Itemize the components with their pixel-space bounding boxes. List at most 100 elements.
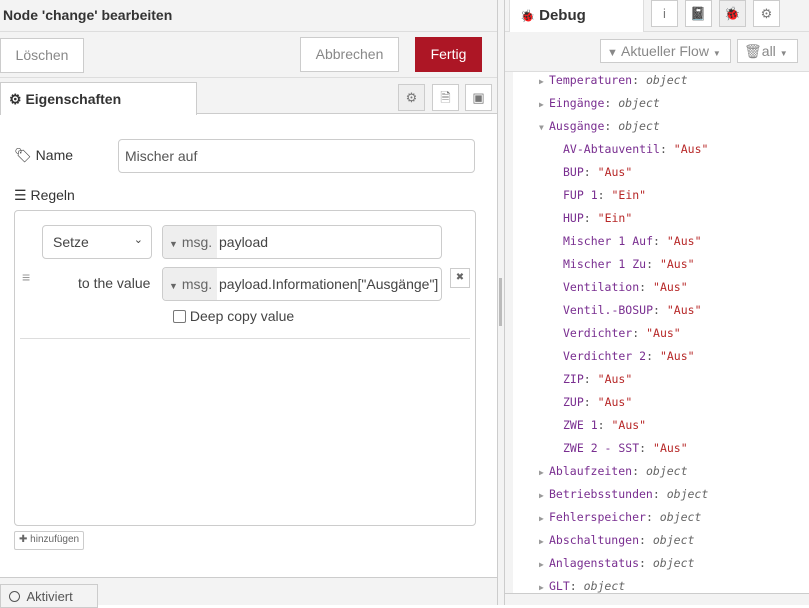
list-icon: ☰ (14, 187, 27, 203)
property-key: ZWE 2 - SST (563, 441, 640, 455)
property-value: "Aus" (646, 326, 681, 340)
target-value: payload (219, 234, 269, 250)
property-value: object (645, 464, 688, 478)
circle-icon (9, 591, 20, 602)
bug-icon[interactable]: 🐞 (719, 0, 746, 27)
tab-properties[interactable]: ⚙ Eigenschaften (0, 82, 197, 115)
debug-property-row[interactable]: ▶ Temperaturen: object (539, 73, 688, 87)
tab-debug[interactable]: 🐞 Debug (509, 0, 644, 32)
caret-right-icon[interactable]: ▶ (539, 491, 549, 500)
caret-right-icon[interactable]: ▶ (539, 77, 549, 86)
property-key: Verdichter (563, 326, 633, 340)
clear-dropdown[interactable]: 🗑all ▼ (737, 39, 798, 63)
property-value: "Aus" (659, 349, 695, 363)
debug-property-row[interactable]: ▶ Fehlerspeicher: object (539, 510, 701, 524)
caret-down-icon: ▼ (712, 49, 721, 58)
button-tray: Löschen Abbrechen Fertig (0, 32, 497, 78)
name-label: 🏷 Name (14, 147, 74, 163)
property-value: "Aus" (659, 257, 695, 271)
property-value: object (659, 510, 702, 524)
property-key: Temperaturen (549, 73, 633, 87)
debug-property-row[interactable]: ▶ Anlagenstatus: object (539, 556, 694, 570)
property-value: object (618, 119, 660, 133)
debug-property-row: ZUP: "Aus" (563, 395, 633, 409)
debug-property-row: Mischer 1 Zu: "Aus" (563, 257, 695, 271)
name-input[interactable] (118, 139, 475, 173)
filter-icon: ▼ (607, 47, 618, 59)
property-value: "Aus" (597, 395, 633, 409)
enabled-toggle[interactable]: Aktiviert (0, 584, 98, 608)
debug-property-row[interactable]: ▶ GLT: object (539, 579, 625, 593)
tab-bar: ⚙ Eigenschaften ⚙ 🗎 ▣ (0, 78, 497, 115)
filter-dropdown[interactable]: ▼ Aktueller Flow ▼ (600, 39, 731, 63)
divider (197, 113, 497, 114)
caret-right-icon[interactable]: ▶ (539, 468, 549, 477)
debug-property-row[interactable]: ▶ Ablaufzeiten: object (539, 464, 688, 478)
property-key: Fehlerspeicher (549, 510, 646, 524)
debug-property-row: ZIP: "Aus" (563, 372, 633, 386)
value-input[interactable]: ▼ msg. payload.Informationen["Ausgänge"] (162, 267, 442, 301)
property-key: Ventil.-BOSUP (563, 303, 654, 317)
checkbox-icon[interactable] (173, 310, 186, 323)
debug-toolbar: ▼ Aktueller Flow ▼ 🗑all ▼ (505, 32, 809, 72)
appearance-icon[interactable]: ▣ (465, 84, 492, 111)
type-selector[interactable]: ▼ msg. (163, 268, 217, 300)
debug-property-row: Ventilation: "Aus" (563, 280, 688, 294)
property-value: "Aus" (666, 234, 702, 248)
debug-property-row[interactable]: ▶ Abschaltungen: object (539, 533, 694, 547)
property-key: BUP (563, 165, 584, 179)
debug-property-row: HUP: "Ein" (563, 211, 633, 225)
target-property-input[interactable]: ▼ msg. payload (162, 225, 442, 259)
cancel-button[interactable]: Abbrechen (300, 37, 399, 72)
property-value: "Aus" (653, 280, 688, 294)
debug-property-row[interactable]: ▼ Ausgänge: object (539, 119, 660, 133)
action-select[interactable]: Setze ⌄ (42, 225, 152, 259)
debug-property-row: Verdichter 2: "Aus" (563, 349, 695, 363)
property-value: "Aus" (653, 441, 688, 455)
delete-button[interactable]: Löschen (0, 38, 84, 73)
value-text: payload.Informationen["Ausgänge"] (219, 276, 439, 292)
property-key: Verdichter 2 (563, 349, 647, 363)
property-value: "Aus" (673, 142, 709, 156)
property-key: Ablaufzeiten (549, 464, 633, 478)
property-value: object (652, 533, 695, 547)
drag-handle-icon[interactable]: ≡ (22, 269, 30, 285)
property-key: Eingänge (549, 96, 605, 110)
property-value: "Aus" (666, 303, 702, 317)
info-icon[interactable]: i (651, 0, 678, 27)
gear-icon[interactable]: ⚙ (753, 0, 780, 27)
property-key: ZIP (563, 372, 584, 386)
caret-down-icon: ▼ (169, 239, 178, 249)
caret-right-icon[interactable]: ▶ (539, 583, 549, 592)
debug-property-row: BUP: "Aus" (563, 165, 633, 179)
type-selector[interactable]: ▼ msg. (163, 226, 217, 258)
caret-right-icon[interactable]: ▶ (539, 100, 549, 109)
description-icon[interactable]: 🗎 (432, 84, 459, 111)
gear-icon[interactable]: ⚙ (398, 84, 425, 111)
property-value: "Aus" (611, 418, 647, 432)
remove-rule-button[interactable]: ✖ (450, 268, 470, 288)
book-icon[interactable]: 📓 (685, 0, 712, 27)
add-rule-button[interactable]: ✚ hinzufügen (14, 531, 85, 550)
property-key: Mischer 1 Zu (563, 257, 647, 271)
caret-down-icon: ▼ (779, 49, 788, 58)
debug-property-row[interactable]: ▶ Betriebsstunden: object (539, 487, 708, 501)
property-key: HUP (563, 211, 584, 225)
debug-property-row: ZWE 2 - SST: "Aus" (563, 441, 688, 455)
caret-right-icon[interactable]: ▶ (539, 560, 549, 569)
property-key: Abschaltungen (549, 533, 640, 547)
debug-property-row[interactable]: ▶ Eingänge: object (539, 96, 660, 110)
to-value-label: to the value (78, 275, 151, 291)
panel-resize-handle[interactable] (497, 0, 505, 605)
debug-property-row: Mischer 1 Auf: "Aus" (563, 234, 702, 248)
caret-down-icon[interactable]: ▼ (539, 123, 549, 132)
deep-copy-checkbox[interactable]: Deep copy value (173, 308, 294, 324)
property-value: object (583, 579, 626, 593)
caret-right-icon[interactable]: ▶ (539, 514, 549, 523)
edit-panel: Node 'change' bearbeiten Löschen Abbrech… (0, 0, 497, 608)
footer: Aktiviert (0, 577, 497, 608)
panel-title: Node 'change' bearbeiten (0, 0, 497, 32)
property-value: object (652, 556, 695, 570)
caret-right-icon[interactable]: ▶ (539, 537, 549, 546)
done-button[interactable]: Fertig (415, 37, 482, 72)
